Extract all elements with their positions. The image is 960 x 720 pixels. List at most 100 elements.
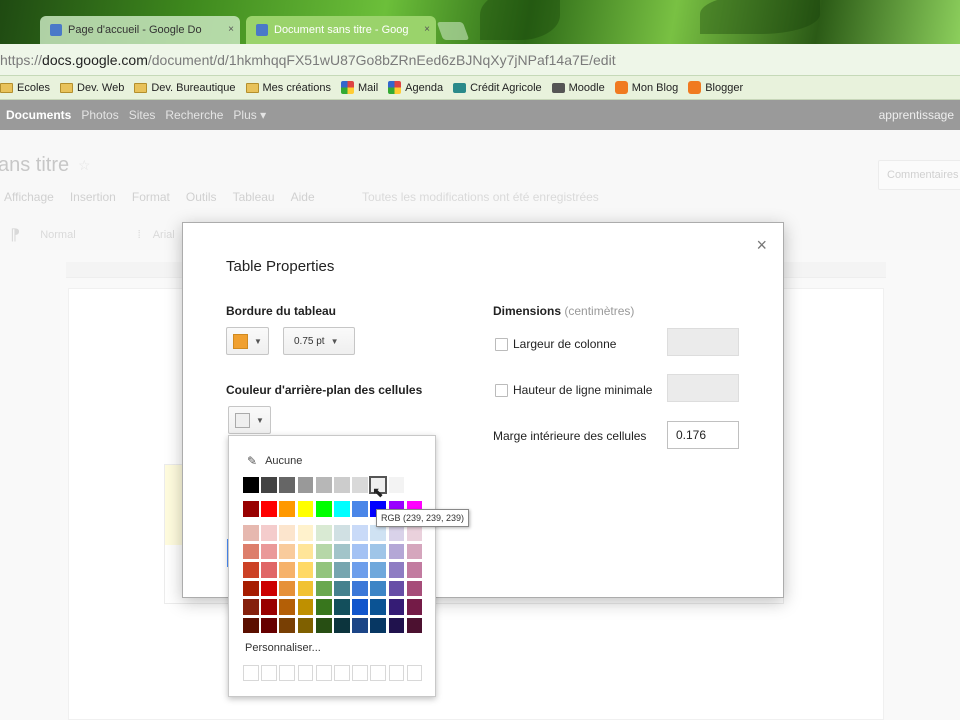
color-swatch[interactable] (370, 618, 386, 634)
cell-padding-input[interactable]: 0.176 (667, 421, 739, 449)
border-width-select[interactable]: 0.75 pt ▼ (283, 327, 355, 355)
custom-color-slot[interactable] (370, 665, 386, 681)
column-width-checkbox[interactable] (495, 338, 508, 351)
color-swatch[interactable] (243, 544, 259, 560)
color-swatch[interactable] (298, 618, 314, 634)
color-swatch[interactable] (334, 581, 350, 597)
color-swatch[interactable] (261, 618, 277, 634)
custom-color-slot[interactable] (389, 665, 405, 681)
color-swatch[interactable] (389, 562, 405, 578)
color-swatch[interactable] (352, 581, 368, 597)
gbar-photos[interactable]: Photos (81, 108, 118, 122)
color-swatch[interactable] (243, 525, 259, 541)
tab-close-icon[interactable]: × (424, 16, 430, 44)
color-swatch[interactable] (334, 599, 350, 615)
gbar-documents[interactable]: Documents (6, 108, 71, 122)
color-swatch[interactable] (298, 599, 314, 615)
color-swatch[interactable] (407, 525, 423, 541)
bookmark-moodle[interactable]: Moodle (552, 82, 605, 94)
bookmark-dev-bureautique[interactable]: Dev. Bureautique (134, 82, 235, 94)
color-swatch[interactable] (352, 562, 368, 578)
color-swatch[interactable] (352, 544, 368, 560)
color-swatch[interactable] (298, 581, 314, 597)
custom-color-slot[interactable] (261, 665, 277, 681)
color-swatch[interactable] (261, 599, 277, 615)
color-swatch[interactable] (407, 581, 423, 597)
custom-color-link[interactable]: Personnaliser... (245, 642, 321, 654)
color-swatch[interactable] (279, 618, 295, 634)
color-swatch[interactable] (389, 544, 405, 560)
close-icon[interactable]: × (756, 235, 767, 256)
color-swatch[interactable] (243, 477, 259, 493)
bookmark-dev-web[interactable]: Dev. Web (60, 82, 124, 94)
bookmark-credit-agricole[interactable]: Crédit Agricole (453, 82, 542, 94)
color-swatch[interactable] (298, 477, 314, 493)
color-swatch[interactable] (316, 525, 332, 541)
bookmark-blogger[interactable]: Blogger (688, 81, 743, 94)
gbar-sites[interactable]: Sites (129, 108, 156, 122)
color-swatch[interactable] (316, 501, 332, 517)
color-swatch[interactable] (370, 525, 386, 541)
gbar-recherche[interactable]: Recherche (165, 108, 223, 122)
color-swatch[interactable] (243, 562, 259, 578)
custom-color-slot[interactable] (298, 665, 314, 681)
color-swatch[interactable] (389, 477, 405, 493)
color-swatch[interactable] (279, 599, 295, 615)
custom-color-slot[interactable] (334, 665, 350, 681)
color-swatch[interactable] (352, 501, 368, 517)
color-swatch[interactable] (389, 618, 405, 634)
cell-bg-color-button[interactable]: ▼ (228, 406, 271, 434)
color-swatch[interactable] (334, 562, 350, 578)
color-swatch[interactable] (279, 562, 295, 578)
color-swatch[interactable] (261, 581, 277, 597)
bookmark-agenda[interactable]: Agenda (388, 81, 443, 94)
color-swatch[interactable] (352, 477, 368, 493)
custom-color-slot[interactable] (279, 665, 295, 681)
color-swatch[interactable] (389, 525, 405, 541)
bookmark-mon-blog[interactable]: Mon Blog (615, 81, 678, 94)
color-swatch[interactable] (316, 599, 332, 615)
color-swatch[interactable] (316, 477, 332, 493)
color-swatch[interactable] (298, 525, 314, 541)
color-swatch[interactable] (407, 599, 423, 615)
account-name[interactable]: apprentissage (879, 108, 954, 122)
column-width-input[interactable] (667, 328, 739, 356)
color-swatch[interactable] (279, 501, 295, 517)
color-swatch[interactable] (389, 599, 405, 615)
color-swatch[interactable] (316, 562, 332, 578)
color-swatch[interactable] (298, 501, 314, 517)
bookmark-mail[interactable]: Mail (341, 81, 378, 94)
color-swatch[interactable] (370, 599, 386, 615)
color-swatch[interactable] (407, 544, 423, 560)
color-swatch[interactable] (407, 562, 423, 578)
color-swatch[interactable] (261, 544, 277, 560)
color-swatch[interactable] (352, 599, 368, 615)
custom-color-slot[interactable] (407, 665, 423, 681)
color-swatch[interactable] (243, 618, 259, 634)
color-swatch[interactable] (352, 525, 368, 541)
color-swatch[interactable] (370, 544, 386, 560)
color-swatch[interactable] (298, 562, 314, 578)
custom-color-slot[interactable] (316, 665, 332, 681)
color-swatch[interactable] (316, 581, 332, 597)
color-swatch[interactable] (370, 562, 386, 578)
column-width-option[interactable]: Largeur de colonne (495, 337, 616, 351)
color-swatch[interactable] (279, 544, 295, 560)
tab-close-icon[interactable]: × (228, 16, 234, 44)
color-swatch[interactable] (334, 501, 350, 517)
color-swatch[interactable] (352, 618, 368, 634)
color-swatch[interactable] (370, 581, 386, 597)
color-swatch[interactable] (243, 581, 259, 597)
color-swatch[interactable] (261, 562, 277, 578)
tab-home[interactable]: Page d'accueil - Google Do × (40, 16, 240, 44)
color-swatch[interactable] (279, 581, 295, 597)
bookmark-mes-creations[interactable]: Mes créations (246, 82, 331, 94)
color-swatch[interactable] (389, 581, 405, 597)
address-bar[interactable]: https://docs.google.com/document/d/1hkmh… (0, 44, 960, 76)
color-swatch[interactable] (279, 525, 295, 541)
row-height-checkbox[interactable] (495, 384, 508, 397)
new-tab-button[interactable] (437, 22, 470, 40)
border-color-button[interactable]: ▼ (226, 327, 269, 355)
color-swatch[interactable] (334, 618, 350, 634)
color-swatch[interactable] (298, 544, 314, 560)
